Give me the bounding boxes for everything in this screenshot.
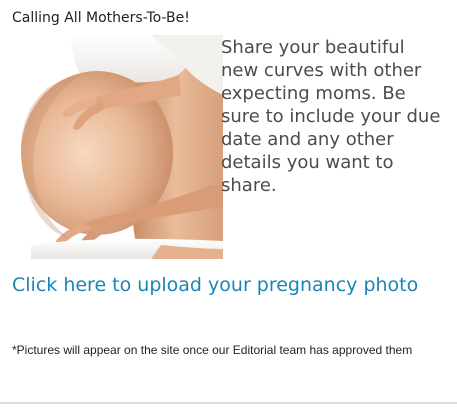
description-text: Share your beautiful new curves with oth… xyxy=(221,37,441,196)
widget-title: Calling All Mothers-To-Be! xyxy=(12,10,190,26)
editorial-note: *Pictures will appear on the site once o… xyxy=(12,343,413,357)
divider xyxy=(0,402,457,404)
upload-photo-link[interactable]: Click here to upload your pregnancy phot… xyxy=(12,273,442,297)
pregnancy-photo xyxy=(11,35,223,259)
